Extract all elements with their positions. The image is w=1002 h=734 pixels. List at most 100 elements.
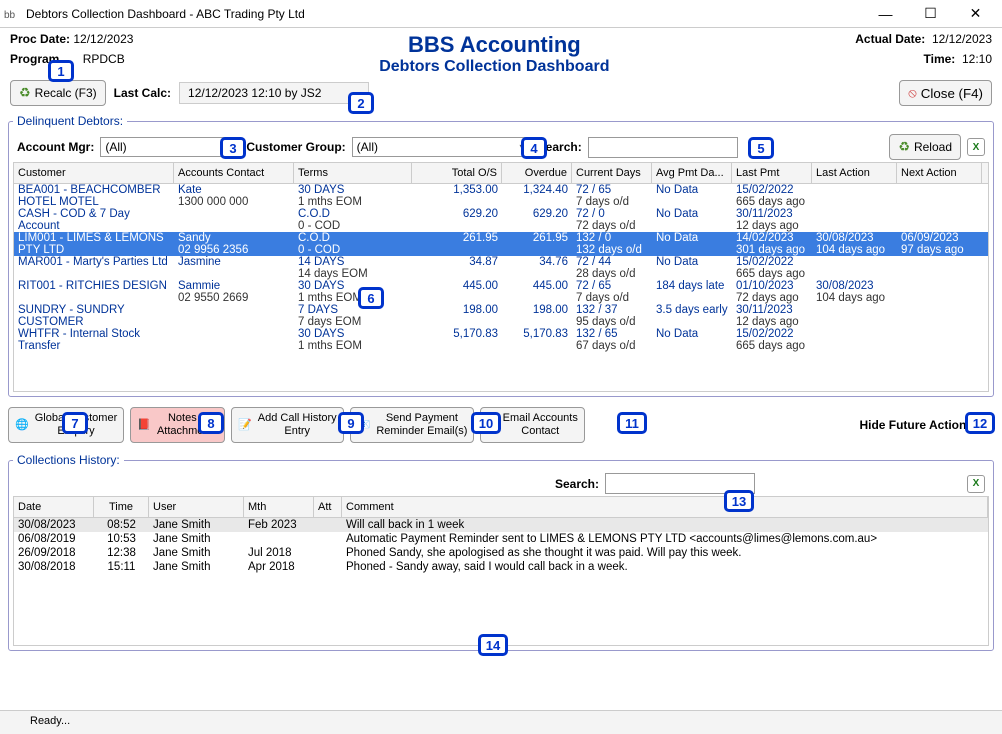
time-value: 12:10 (962, 52, 992, 66)
debtors-table-head: Customer Accounts Contact Terms Total O/… (14, 163, 988, 184)
email-contact-button[interactable]: ✉ Email AccountsContact (480, 407, 584, 443)
hcol-user[interactable]: User (149, 497, 244, 517)
debtors-table: Customer Accounts Contact Terms Total O/… (13, 162, 989, 392)
history-row[interactable]: 30/08/202308:52Jane SmithFeb 2023Will ca… (14, 518, 988, 532)
svg-text:bb: bb (4, 10, 16, 21)
col-current-days[interactable]: Current Days (572, 163, 652, 183)
col-last-pmt[interactable]: Last Pmt (732, 163, 812, 183)
hcol-att[interactable]: Att (314, 497, 342, 517)
proc-date-label: Proc Date: (10, 32, 70, 46)
hcol-time[interactable]: Time (94, 497, 149, 517)
table-row-sub[interactable]: Account0 - COD72 days o/d12 days ago (14, 220, 988, 232)
globe-icon: 🌐 (15, 419, 29, 432)
table-row-sub[interactable]: 02 9550 26691 mths EOM7 days o/d72 days … (14, 292, 988, 304)
chevron-down-icon: ▼ (518, 142, 527, 152)
cust-group-combo[interactable]: (All) ▼ (352, 137, 532, 157)
delinquent-debtors-panel: Delinquent Debtors: Account Mgr: (All) ▼… (8, 114, 994, 397)
history-table: Date Time User Mth Att Comment 30/08/202… (13, 496, 989, 646)
header-info: Proc Date: 12/12/2023 Program RPDCB BBS … (0, 28, 1002, 76)
note-pencil-icon: 📝 (238, 419, 252, 432)
debtors-search-input[interactable] (588, 137, 738, 158)
history-table-head: Date Time User Mth Att Comment (14, 497, 988, 518)
add-call-history-button[interactable]: 📝 Add Call HistoryEntry (231, 407, 344, 443)
send-reminder-label: Send PaymentReminder Email(s) (376, 412, 467, 438)
app-title: BBS Accounting (133, 32, 855, 58)
reload-label: Reload (914, 140, 952, 154)
table-row[interactable]: LIM001 - LIMES & LEMONSSandyC.O.D261.952… (14, 232, 988, 244)
hcol-comment[interactable]: Comment (342, 497, 988, 517)
col-customer[interactable]: Customer (14, 163, 174, 183)
actions-row: 🌐 Global CustomerEnquiry 📕 Notes &Attach… (0, 401, 1002, 449)
table-row[interactable]: WHTFR - Internal Stock30 DAYS5,170.835,1… (14, 328, 988, 340)
last-calc-value: 12/12/2023 12:10 by JS2 (179, 82, 369, 104)
cust-group-label: Customer Group: (246, 140, 345, 154)
col-next-action[interactable]: Next Action (897, 163, 982, 183)
recycle-icon: ♻ (19, 85, 31, 101)
history-search-input[interactable] (605, 473, 755, 494)
page-title: Debtors Collection Dashboard (133, 58, 855, 76)
envelope-arrow-icon: 📧 (357, 419, 371, 432)
table-row[interactable]: CASH - COD & 7 DayC.O.D629.20629.2072 / … (14, 208, 988, 220)
proc-date: 12/12/2023 (73, 32, 133, 46)
book-icon: 📕 (137, 419, 151, 432)
col-last-action[interactable]: Last Action (812, 163, 897, 183)
table-row-sub[interactable]: 14 days EOM28 days o/d665 days ago (14, 268, 988, 280)
history-row[interactable]: 30/08/201815:11Jane SmithApr 2018Phoned … (14, 560, 988, 574)
status-text: Ready... (30, 715, 70, 727)
app-icon: bb (4, 6, 20, 22)
minimize-button[interactable]: — (863, 0, 908, 28)
table-row-sub[interactable]: HOTEL MOTEL1300 000 0001 mths EOM7 days … (14, 196, 988, 208)
table-row[interactable]: MAR001 - Marty's Parties LtdJasmine14 DA… (14, 256, 988, 268)
global-enquiry-button[interactable]: 🌐 Global CustomerEnquiry (8, 407, 124, 443)
col-terms[interactable]: Terms (294, 163, 412, 183)
cust-group-value: (All) (357, 140, 378, 154)
maximize-button[interactable]: ☐ (908, 0, 953, 28)
acct-mgr-label: Account Mgr: (17, 140, 94, 154)
hcol-mth[interactable]: Mth (244, 497, 314, 517)
table-row[interactable]: SUNDRY - SUNDRY7 DAYS198.00198.00132 / 3… (14, 304, 988, 316)
col-avg-pmt[interactable]: Avg Pmt Da... (652, 163, 732, 183)
debtors-table-body: BEA001 - BEACHCOMBERKate30 DAYS1,353.001… (14, 184, 988, 352)
col-overdue[interactable]: Overdue (502, 163, 572, 183)
acct-mgr-value: (All) (105, 140, 126, 154)
window-title: Debtors Collection Dashboard - ABC Tradi… (26, 7, 863, 21)
table-row[interactable]: RIT001 - RITCHIES DESIGNSammie30 DAYS445… (14, 280, 988, 292)
hide-future-checkbox[interactable] (981, 419, 994, 432)
col-contact[interactable]: Accounts Contact (174, 163, 294, 183)
send-reminder-button[interactable]: 📧 Send PaymentReminder Email(s) (350, 407, 475, 443)
reload-button[interactable]: ♻ Reload (889, 134, 961, 160)
close-button[interactable]: ⦸ Close (F4) (899, 80, 992, 106)
at-envelope-icon: ✉ (487, 419, 496, 432)
recalc-row: ♻ Recalc (F3) Last Calc: 12/12/2023 12:1… (0, 76, 1002, 110)
recalc-button[interactable]: ♻ Recalc (F3) (10, 80, 106, 106)
notes-attachments-button[interactable]: 📕 Notes &Attachments (130, 407, 225, 443)
delinquent-legend: Delinquent Debtors: (13, 114, 127, 128)
close-window-button[interactable]: ✕ (953, 0, 998, 28)
acct-mgr-combo[interactable]: (All) ▼ (100, 137, 240, 157)
history-row[interactable]: 06/08/201910:53Jane SmithAutomatic Payme… (14, 532, 988, 546)
search-label: Search: (538, 140, 582, 154)
close-label: Close (F4) (921, 86, 983, 101)
table-row[interactable]: BEA001 - BEACHCOMBERKate30 DAYS1,353.001… (14, 184, 988, 196)
hcol-date[interactable]: Date (14, 497, 94, 517)
chevron-down-icon: ▼ (226, 142, 235, 152)
hide-future-label: Hide Future Actions: (859, 418, 977, 432)
notes-label: Notes &Attachments (157, 412, 218, 438)
table-row-sub[interactable]: CUSTOMER7 days EOM95 days o/d12 days ago (14, 316, 988, 328)
history-legend: Collections History: (13, 453, 124, 467)
col-total-os[interactable]: Total O/S (412, 163, 502, 183)
global-enquiry-label: Global CustomerEnquiry (35, 412, 118, 438)
recalc-label: Recalc (F3) (35, 86, 97, 100)
titlebar: bb Debtors Collection Dashboard - ABC Tr… (0, 0, 1002, 28)
email-contact-label: Email AccountsContact (503, 412, 578, 438)
table-row-sub[interactable]: PTY LTD02 9956 23560 - COD132 days o/d30… (14, 244, 988, 256)
history-table-body: 30/08/202308:52Jane SmithFeb 2023Will ca… (14, 518, 988, 574)
export-excel-button[interactable]: X (967, 138, 985, 156)
recycle-icon: ♻ (898, 139, 910, 155)
program-code: RPDCB (83, 52, 125, 66)
history-row[interactable]: 26/09/201812:38Jane SmithJul 2018Phoned … (14, 546, 988, 560)
table-row-sub[interactable]: Transfer1 mths EOM67 days o/d665 days ag… (14, 340, 988, 352)
history-export-excel-button[interactable]: X (967, 475, 985, 493)
history-search-label: Search: (555, 477, 599, 491)
actual-date-label: Actual Date: (855, 32, 925, 46)
